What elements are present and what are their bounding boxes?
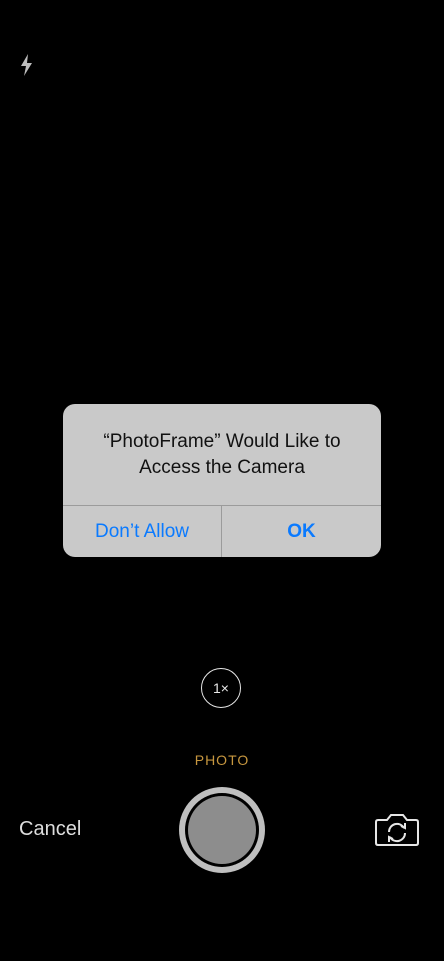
cancel-button[interactable]: Cancel <box>19 818 81 841</box>
shutter-button-inner <box>188 796 256 864</box>
camera-permission-alert: “PhotoFrame” Would Like to Access the Ca… <box>63 404 381 557</box>
switch-camera-icon[interactable] <box>374 810 420 848</box>
dont-allow-button[interactable]: Don’t Allow <box>63 506 221 557</box>
flash-icon[interactable] <box>15 52 39 78</box>
ok-button[interactable]: OK <box>222 506 381 557</box>
zoom-button[interactable]: 1× <box>201 668 241 708</box>
camera-mode-label[interactable]: PHOTO <box>0 752 444 768</box>
alert-title: “PhotoFrame” Would Like to Access the Ca… <box>103 431 341 478</box>
shutter-button[interactable] <box>179 787 265 873</box>
